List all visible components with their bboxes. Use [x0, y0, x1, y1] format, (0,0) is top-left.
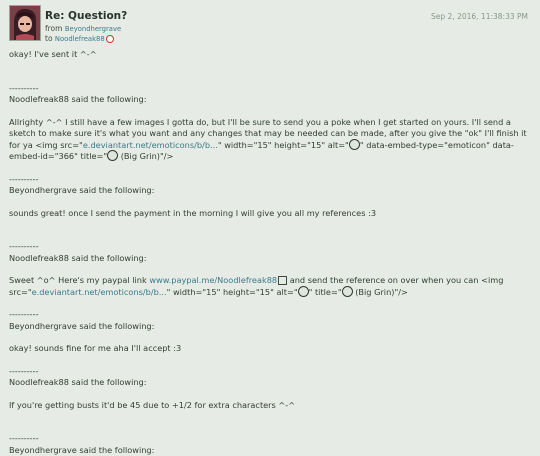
external-link-icon — [278, 276, 287, 285]
quote-attribution-noodlefreak: Noodlefreak88 said the following: — [9, 377, 531, 389]
big-grin-emoticon-icon — [349, 139, 360, 150]
big-grin-emoticon-icon — [107, 150, 118, 161]
quote-attribution-beyondhergrave: Beyondhergrave said the following: — [9, 445, 531, 456]
quote-separator: ---------- — [9, 433, 531, 445]
quote-attribution-noodlefreak: Noodlefreak88 said the following: — [9, 253, 531, 265]
emoticon-link[interactable]: e.deviantart.net/emoticons/b/b... — [32, 287, 167, 297]
quote-separator: ---------- — [9, 83, 531, 95]
quoted-text: Sweet ^o^ Here's my paypal link — [9, 275, 149, 285]
status-circle-icon — [106, 35, 114, 43]
quoted-text: " title=" — [309, 287, 342, 297]
quoted-message: sounds great! once I send the payment in… — [9, 208, 531, 220]
quoted-message: Allrighty ^-^ I still have a few images … — [9, 117, 531, 163]
quoted-message: Sweet ^o^ Here's my paypal link www.payp… — [9, 275, 531, 298]
message-body: okay! I've sent it ^-^ ---------- Noodle… — [9, 49, 531, 456]
quoted-text: " width="15" height="15" alt=" — [167, 287, 298, 297]
quoted-text: (Big Grin)"/> — [353, 287, 408, 297]
quote-attribution-noodlefreak: Noodlefreak88 said the following: — [9, 94, 531, 106]
quote-attribution-beyondhergrave: Beyondhergrave said the following: — [9, 321, 531, 333]
reply-text: okay! I've sent it ^-^ — [9, 49, 531, 61]
from-username-link[interactable]: Beyondhergrave — [65, 25, 121, 33]
quoted-text: (Big Grin)"/> — [118, 151, 173, 161]
quoted-message: If you're getting busts it'd be 45 due t… — [9, 400, 531, 412]
sender-avatar[interactable] — [9, 5, 41, 41]
from-label: from — [45, 24, 62, 33]
quote-separator: ---------- — [9, 174, 531, 186]
from-line: from Beyondhergrave — [45, 24, 121, 33]
to-line: to Noodlefreak88 — [45, 34, 114, 43]
quote-separator: ---------- — [9, 309, 531, 321]
paypal-link[interactable]: www.paypal.me/Noodlefreak88 — [149, 275, 277, 285]
message-date: Sep 2, 2016, 11:38:33 PM — [431, 12, 528, 21]
quote-separator: ---------- — [9, 241, 531, 253]
big-grin-emoticon-icon — [298, 286, 309, 297]
to-label: to — [45, 34, 53, 43]
quoted-message: okay! sounds fine for me aha I'll accept… — [9, 343, 531, 355]
quote-attribution-beyondhergrave: Beyondhergrave said the following: — [9, 185, 531, 197]
quote-separator: ---------- — [9, 366, 531, 378]
big-grin-emoticon-icon — [342, 286, 353, 297]
quoted-text: " width="15" height="15" alt=" — [218, 140, 349, 150]
message-header: Re: Question? from Beyondhergrave to Noo… — [0, 0, 540, 46]
emoticon-link[interactable]: e.deviantart.net/emoticons/b/b... — [83, 140, 218, 150]
to-username-link[interactable]: Noodlefreak88 — [55, 35, 105, 43]
message-subject: Re: Question? — [45, 10, 127, 22]
